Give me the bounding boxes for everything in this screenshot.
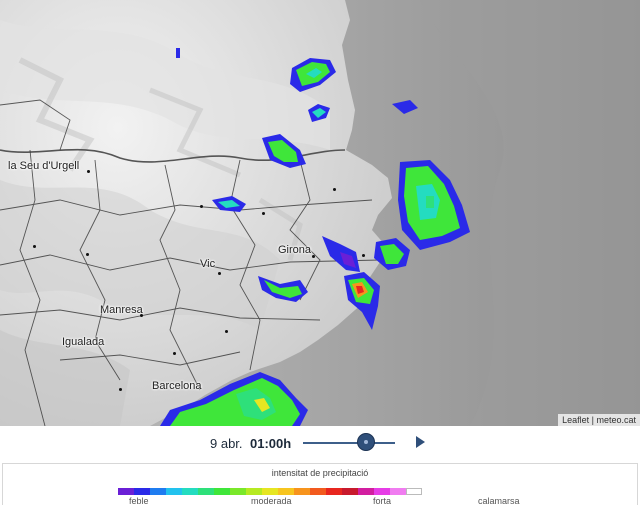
legend-swatch (150, 488, 166, 495)
map-attribution: Leaflet | meteo.cat (558, 414, 640, 426)
town-marker (87, 170, 90, 173)
legend-swatch (342, 488, 358, 495)
precipitation-legend: intensitat de precipitació feble moderad… (2, 463, 638, 506)
place-label-barcelona: Barcelona (152, 380, 202, 392)
town-marker (312, 255, 315, 258)
legend-swatch (214, 488, 230, 495)
legend-swatch (390, 488, 406, 495)
town-marker (218, 272, 221, 275)
legend-swatch (230, 488, 246, 495)
legend-swatch (166, 488, 182, 495)
legend-swatch (246, 488, 262, 495)
map-terrain (0, 0, 640, 426)
legend-color-scale (118, 488, 422, 495)
time-slider-knob[interactable] (357, 433, 375, 451)
place-label-girona: Girona (278, 244, 312, 256)
time-date: 9 abr. (210, 436, 243, 451)
time-hour: 01:00h (250, 436, 292, 451)
legend-swatch (198, 488, 214, 495)
town-marker (140, 314, 143, 317)
town-marker (362, 254, 365, 257)
source-link[interactable]: meteo.cat (596, 415, 636, 425)
place-label-manresa: Manresa (100, 304, 143, 316)
legend-swatch (294, 488, 310, 495)
town-marker (33, 245, 36, 248)
attribution-separator: | (591, 415, 594, 425)
legend-swatch (326, 488, 342, 495)
legend-swatch (118, 488, 134, 495)
legend-swatch (374, 488, 390, 495)
play-icon[interactable] (413, 435, 427, 449)
town-marker (262, 212, 265, 215)
town-marker (86, 253, 89, 256)
time-controller: 9 abr. 01:00h (0, 426, 640, 459)
place-label-igualada: Igualada (62, 336, 105, 348)
place-label-vic: Vic (200, 258, 216, 270)
legend-swatch (406, 488, 422, 495)
radar-map[interactable]: la Seu d'Urgell Girona Vic Manresa Igual… (0, 0, 640, 426)
time-slider-track[interactable] (303, 442, 395, 444)
legend-swatch (358, 488, 374, 495)
legend-swatch (262, 488, 278, 495)
leaflet-link[interactable]: Leaflet (562, 415, 589, 425)
town-marker (333, 188, 336, 191)
town-marker (119, 388, 122, 391)
legend-swatch (310, 488, 326, 495)
legend-title: intensitat de precipitació (271, 468, 369, 478)
town-marker (173, 352, 176, 355)
town-marker (200, 205, 203, 208)
legend-swatch (134, 488, 150, 495)
legend-swatch (182, 488, 198, 495)
town-marker (225, 330, 228, 333)
legend-swatch (278, 488, 294, 495)
place-label-seu: la Seu d'Urgell (8, 160, 80, 172)
